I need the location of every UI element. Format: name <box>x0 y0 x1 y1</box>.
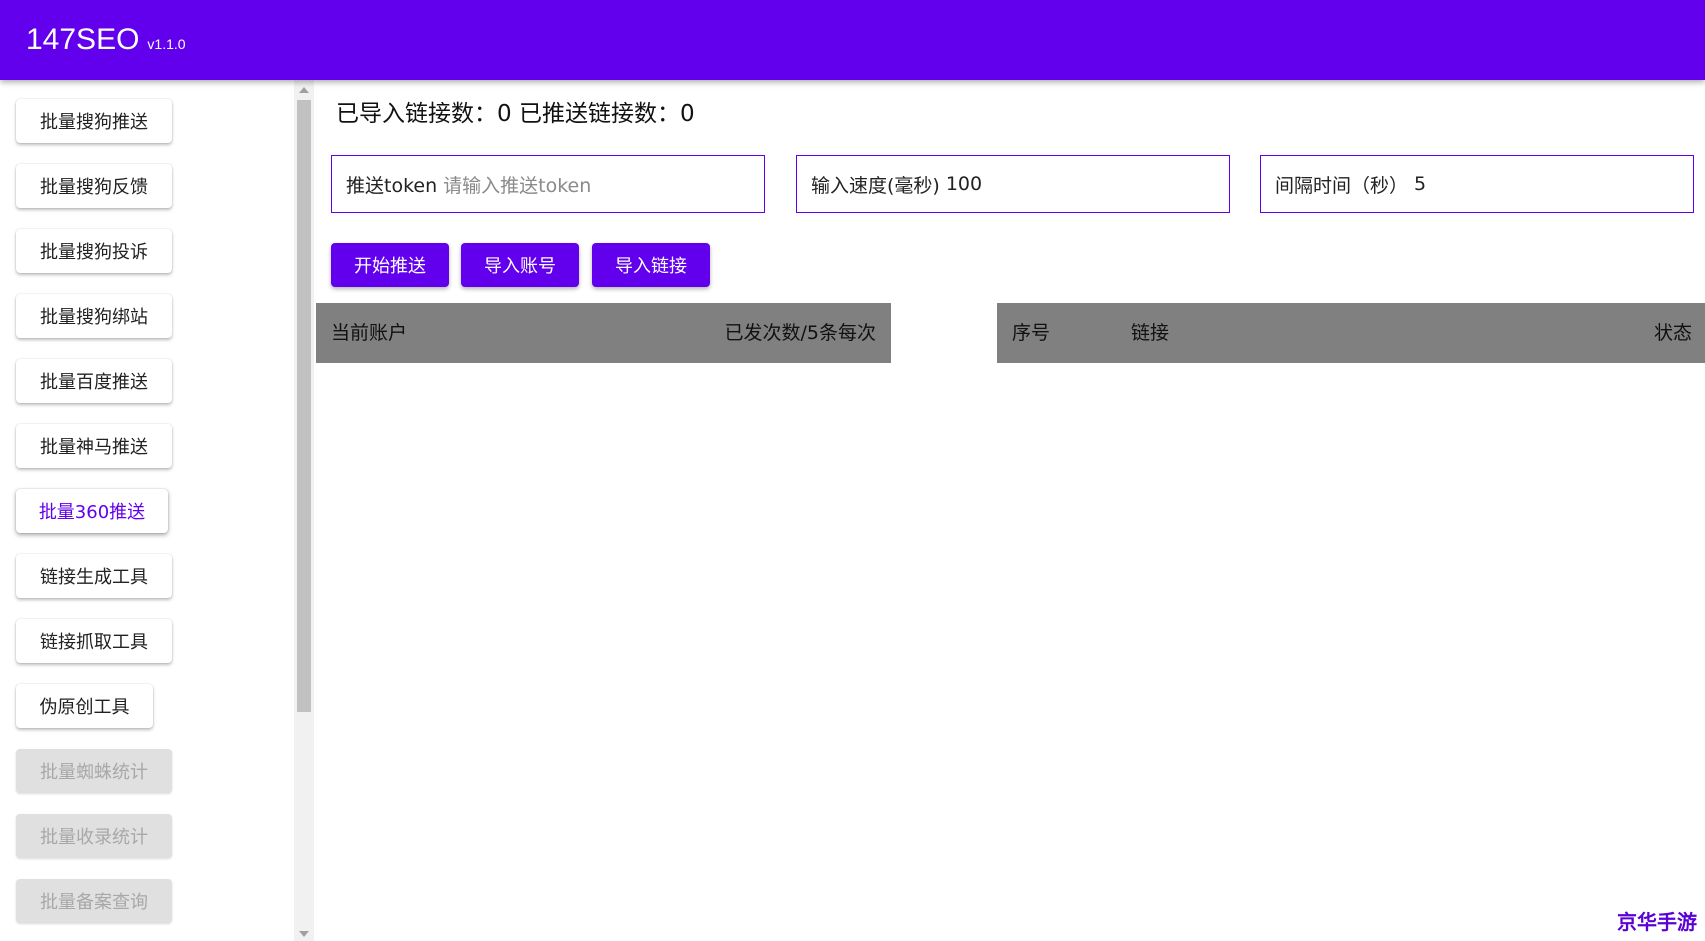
col-status: 状态 <box>1653 322 1692 344</box>
scroll-up-arrow-icon[interactable] <box>299 87 309 93</box>
sidebar-item-sogou-feedback[interactable]: 批量搜狗反馈 <box>16 164 172 208</box>
app-header: 147SEO v1.1.0 <box>0 0 1705 80</box>
account-table-header: 当前账户 已发次数/5条每次 <box>316 303 891 363</box>
sidebar-item-pseudo-original[interactable]: 伪原创工具 <box>16 684 153 728</box>
sidebar-item-shenma-push[interactable]: 批量神马推送 <box>16 424 172 468</box>
col-current-account: 当前账户 <box>331 322 408 344</box>
sidebar-item-link-crawler[interactable]: 链接抓取工具 <box>16 619 172 663</box>
col-link: 链接 <box>1131 322 1170 344</box>
start-push-button[interactable]: 开始推送 <box>331 243 449 287</box>
sidebar-item-index-stats: 批量收录统计 <box>16 814 172 858</box>
sidebar-item-icp-query: 批量备案查询 <box>16 879 172 923</box>
sidebar-item-sogou-complaint[interactable]: 批量搜狗投诉 <box>16 229 172 273</box>
interval-label: 间隔时间（秒） <box>1275 174 1409 197</box>
sidebar-item-sogou-bind[interactable]: 批量搜狗绑站 <box>16 294 172 338</box>
token-field[interactable]: 推送token 请输入推送token <box>331 155 765 213</box>
sidebar-item-spider-stats: 批量蜘蛛统计 <box>16 749 172 793</box>
import-accounts-button[interactable]: 导入账号 <box>461 243 579 287</box>
scroll-down-arrow-icon[interactable] <box>299 931 309 937</box>
col-sent-count: 已发次数/5条每次 <box>724 322 877 344</box>
scrollbar-thumb[interactable] <box>297 100 311 712</box>
link-stats: 已导入链接数：0 已推送链接数：0 <box>336 101 695 127</box>
sidebar-item-360-push[interactable]: 批量360推送 <box>16 489 168 533</box>
col-index: 序号 <box>1012 322 1051 344</box>
sidebar-item-baidu-push[interactable]: 批量百度推送 <box>16 359 172 403</box>
watermark: 京华手游 <box>1617 910 1697 934</box>
interval-value: 5 <box>1414 173 1427 195</box>
app-title: 147SEO v1.1.0 <box>26 22 186 62</box>
token-placeholder: 请输入推送token <box>443 174 592 197</box>
speed-value: 100 <box>945 173 983 195</box>
app-name: 147SEO <box>26 23 140 56</box>
import-links-button[interactable]: 导入链接 <box>592 243 710 287</box>
speed-field[interactable]: 输入速度(毫秒) 100 <box>796 155 1230 213</box>
sidebar-item-link-generator[interactable]: 链接生成工具 <box>16 554 172 598</box>
main-panel: 已导入链接数：0 已推送链接数：0 推送token 请输入推送token 输入速… <box>316 80 1705 941</box>
speed-label: 输入速度(毫秒) <box>811 174 940 197</box>
sidebar-scrollbar[interactable] <box>294 80 314 941</box>
sidebar-item-sogou-push[interactable]: 批量搜狗推送 <box>16 99 172 143</box>
interval-field[interactable]: 间隔时间（秒） 5 <box>1260 155 1694 213</box>
app-version: v1.1.0 <box>147 36 186 52</box>
token-label: 推送token <box>346 174 438 197</box>
sidebar: 批量搜狗推送 批量搜狗反馈 批量搜狗投诉 批量搜狗绑站 批量百度推送 批量神马推… <box>0 80 294 941</box>
link-table-header: 序号 链接 状态 <box>997 303 1705 363</box>
